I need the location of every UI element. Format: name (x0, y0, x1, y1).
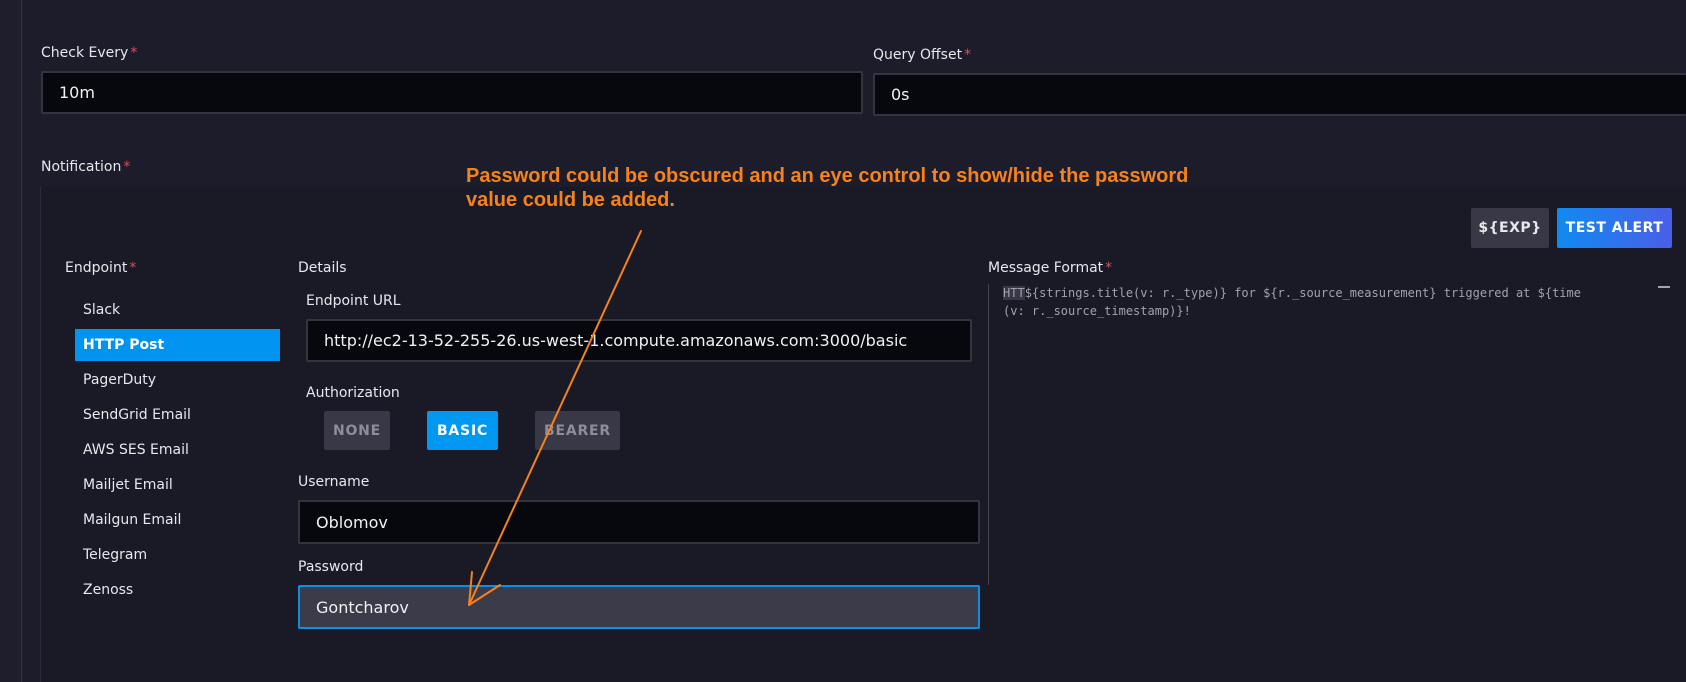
annotation-arrow-head (468, 571, 501, 606)
annotation-arrow (468, 230, 642, 606)
annotation-arrow-shaft (468, 230, 642, 606)
